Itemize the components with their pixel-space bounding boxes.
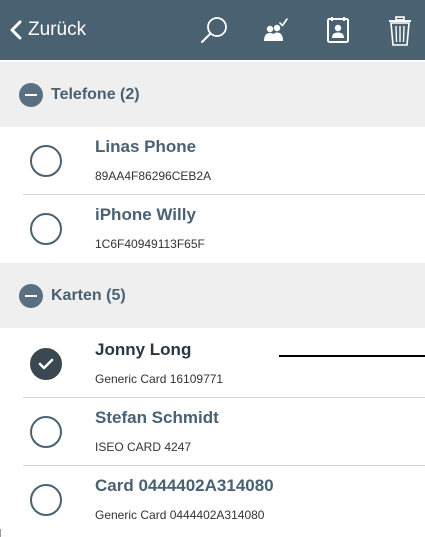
item-title: iPhone Willy xyxy=(95,205,196,224)
item-subtitle: Generic Card 16109771 xyxy=(95,372,224,386)
list-item[interactable]: Stefan Schmidt ISEO CARD 4247 xyxy=(0,398,425,466)
item-title: Linas Phone xyxy=(95,137,197,156)
section-title: Telefone (2) xyxy=(51,85,140,103)
list-item[interactable]: Linas Phone 89AA4F86296CEB2A xyxy=(0,127,425,195)
contact-card-icon[interactable] xyxy=(322,14,356,48)
radio-button[interactable] xyxy=(30,484,62,516)
chevron-left-icon xyxy=(10,20,22,40)
item-subtitle: Generic Card 0444402A314080 xyxy=(95,508,265,522)
item-title: Stefan Schmidt xyxy=(95,408,219,427)
trash-icon[interactable] xyxy=(383,14,417,48)
checked-radio-button[interactable] xyxy=(30,348,62,380)
item-title: Jonny Long xyxy=(95,340,192,359)
radio-button[interactable] xyxy=(30,416,62,448)
item-subtitle: ISEO CARD 4247 xyxy=(95,440,192,454)
item-subtitle: 1C6F40949113F65F xyxy=(95,237,205,251)
users-check-icon[interactable] xyxy=(258,14,292,48)
list-item[interactable]: Card 0444402A314080 Generic Card 0444402… xyxy=(0,466,425,534)
checkmark-icon xyxy=(38,358,54,370)
item-title: Card 0444402A314080 xyxy=(95,476,274,495)
navigation-bar: Zurück xyxy=(0,0,425,60)
back-label: Zurück xyxy=(28,19,87,40)
section-title: Karten (5) xyxy=(51,286,126,304)
frame-edge xyxy=(0,529,8,537)
section-header-karten[interactable]: Karten (5) xyxy=(0,263,425,328)
radio-button[interactable] xyxy=(30,213,62,245)
search-icon[interactable] xyxy=(198,14,232,48)
annotation-line xyxy=(279,355,425,357)
section-header-telefone[interactable]: Telefone (2) xyxy=(0,62,425,127)
radio-button[interactable] xyxy=(30,145,62,177)
collapse-minus-icon[interactable] xyxy=(19,82,43,107)
list-item[interactable]: Jonny Long Generic Card 16109771 xyxy=(0,330,425,398)
back-button[interactable]: Zurück xyxy=(10,14,86,46)
item-subtitle: 89AA4F86296CEB2A xyxy=(95,169,212,183)
list-item[interactable]: iPhone Willy 1C6F40949113F65F xyxy=(0,195,425,263)
collapse-minus-icon[interactable] xyxy=(19,283,43,308)
